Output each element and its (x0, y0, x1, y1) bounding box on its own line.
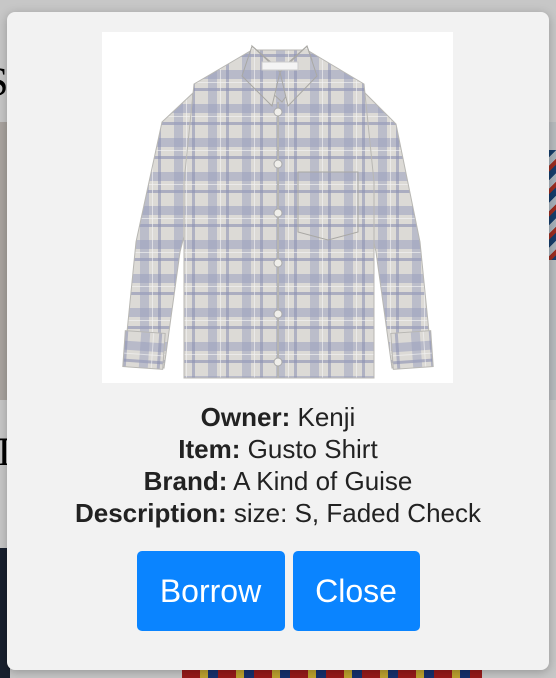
item-details: Owner: Kenji Item: Gusto Shirt Brand: A … (7, 401, 549, 529)
description-value: size: S, Faded Check (233, 498, 482, 528)
borrow-button[interactable]: Borrow (136, 551, 285, 631)
shirt-image (102, 32, 453, 383)
description-row: Description: size: S, Faded Check (7, 497, 549, 529)
brand-label: Brand: (143, 466, 228, 496)
modal-actions: Borrow Close (7, 551, 549, 631)
shirt-illustration (122, 44, 434, 379)
item-label: Item: (178, 434, 241, 464)
description-label: Description: (74, 498, 227, 528)
brand-row: Brand: A Kind of Guise (7, 465, 549, 497)
owner-label: Owner: (200, 402, 291, 432)
item-modal: Owner: Kenji Item: Gusto Shirt Brand: A … (7, 12, 549, 670)
owner-row: Owner: Kenji (7, 401, 549, 433)
item-row: Item: Gusto Shirt (7, 433, 549, 465)
item-value: Gusto Shirt (247, 434, 378, 464)
brand-value: A Kind of Guise (233, 466, 413, 496)
close-button[interactable]: Close (292, 551, 420, 631)
owner-value: Kenji (297, 402, 356, 432)
